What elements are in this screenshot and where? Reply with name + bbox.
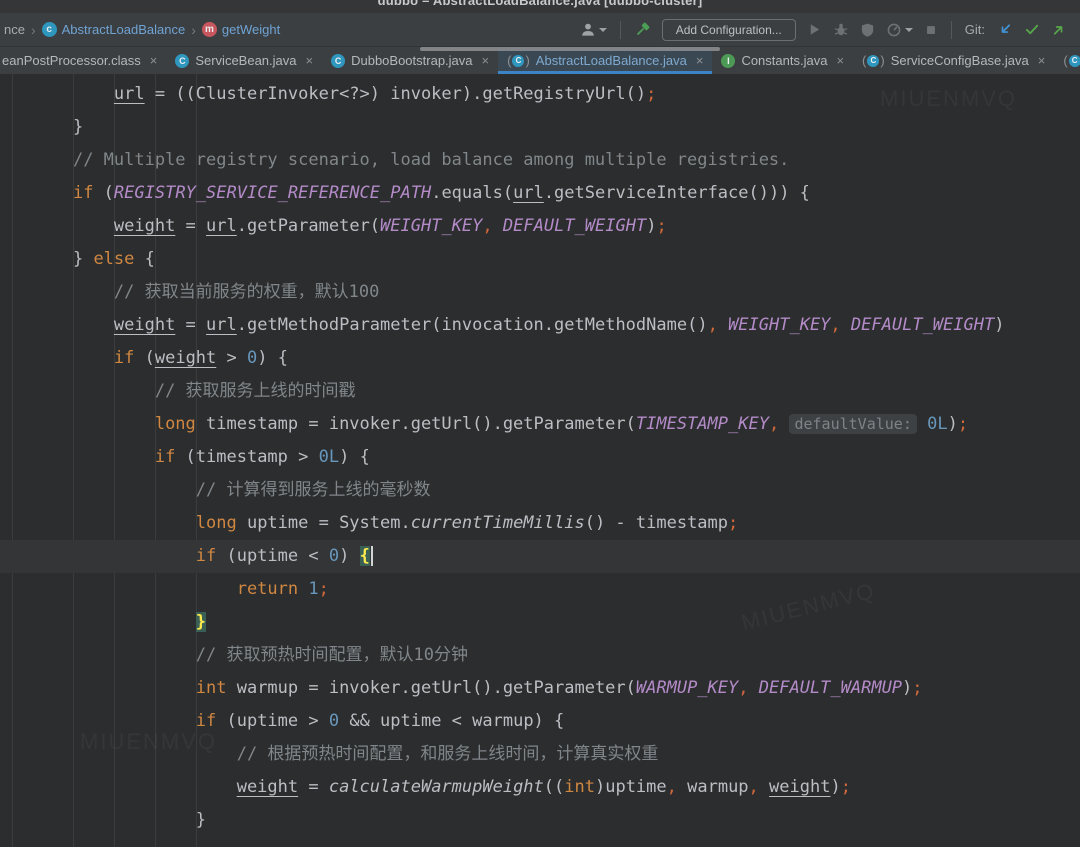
code-line: int warmup = invoker.getUrl().getParamet… (32, 672, 1080, 705)
code-line: if (uptime > 0 && uptime < warmup) { (32, 705, 1080, 738)
main-toolbar: nce › c AbstractLoadBalance › m getWeigh… (0, 13, 1080, 47)
git-commit-button[interactable] (1024, 22, 1040, 37)
git-push-arrow-icon (1051, 22, 1066, 37)
class-icon: C (1069, 55, 1080, 67)
code-line: } (32, 111, 1080, 144)
abstract-class-icon: (C) (507, 53, 530, 68)
code-line: if (REGISTRY_SERVICE_REFERENCE_PATH.equa… (32, 177, 1080, 210)
breadcrumb-class-label: AbstractLoadBalance (62, 22, 186, 37)
code-line: weight = url.getMethodParameter(invocati… (32, 309, 1080, 342)
code-line: // 计算得到服务上线的毫秒数 (32, 474, 1080, 507)
code-line: return 1; (32, 573, 1080, 606)
run-toolbar: Add Configuration... (580, 19, 1066, 41)
tab-label: Constants.java (741, 53, 827, 68)
code-line: weight = url.getParameter(WEIGHT_KEY, DE… (32, 210, 1080, 243)
code-line: long timestamp = invoker.getUrl().getPar… (32, 408, 1080, 441)
class-icon: C (867, 55, 879, 67)
close-icon[interactable]: × (150, 53, 158, 68)
class-icon: c (42, 22, 57, 37)
code-line: if (timestamp > 0L) { (32, 441, 1080, 474)
class-icon: C (512, 55, 524, 67)
close-icon[interactable]: × (306, 53, 314, 68)
git-update-button[interactable] (998, 22, 1013, 37)
code-line: long uptime = System.currentTimeMillis()… (32, 507, 1080, 540)
class-icon: C (331, 54, 345, 68)
play-icon (807, 22, 822, 37)
profiler-gauge-icon (886, 22, 902, 38)
debug-button[interactable] (833, 22, 849, 38)
class-icon: C (175, 54, 189, 68)
tab-DubboBootstrap.java[interactable]: C DubboBootstrap.java × (322, 47, 498, 74)
user-account-button[interactable] (580, 22, 607, 38)
breadcrumb-package-cut[interactable]: nce (4, 22, 25, 37)
abstract-class-icon: (C) (862, 53, 885, 68)
code-line: // 获取预热时间配置，默认10分钟 (32, 639, 1080, 672)
coverage-shield-icon (860, 22, 875, 38)
tab-AbstractLoadBalance.java[interactable]: (C) AbstractLoadBalance.java × (498, 47, 712, 74)
toolbar-divider (951, 21, 952, 39)
hammer-icon (634, 21, 651, 38)
window-title-bar: dubbo – AbstractLoadBalance.java [dubbo-… (0, 0, 1080, 13)
chevron-down-icon (905, 28, 913, 32)
tab-label: DubboBootstrap.java (351, 53, 472, 68)
chevron-down-icon (599, 28, 607, 32)
stop-icon (924, 23, 938, 37)
code-editor[interactable]: MIUENMVQ MIUENMVQ MIUENMVQ url = ((Clust… (0, 74, 1080, 847)
commit-check-icon (1024, 22, 1040, 37)
stop-button[interactable] (924, 23, 938, 37)
tab-label: eanPostProcessor.class (2, 53, 141, 68)
close-icon[interactable]: × (696, 53, 704, 68)
breadcrumb-method[interactable]: m getWeight (202, 22, 280, 37)
add-configuration-button[interactable]: Add Configuration... (662, 19, 796, 41)
breadcrumb-method-label: getWeight (222, 22, 280, 37)
code-line: } else { (32, 243, 1080, 276)
code-area[interactable]: url = ((ClusterInvoker<?>) invoker).getR… (0, 74, 1080, 837)
window-title: dubbo – AbstractLoadBalance.java [dubbo-… (0, 0, 1080, 8)
code-line: url = ((ClusterInvoker<?>) invoker).getR… (32, 78, 1080, 111)
user-icon (580, 22, 596, 38)
code-line: weight = calculateWarmupWeight((int)upti… (32, 771, 1080, 804)
breadcrumb: nce › c AbstractLoadBalance › m getWeigh… (4, 22, 280, 38)
method-icon: m (202, 22, 217, 37)
code-line: } (32, 804, 1080, 837)
tab-Constants.java[interactable]: I Constants.java × (712, 47, 853, 74)
close-icon[interactable]: × (836, 53, 844, 68)
close-icon[interactable]: × (482, 53, 490, 68)
tab-ServiceBean.java[interactable]: C ServiceBean.java × (166, 47, 322, 74)
code-line: // 获取当前服务的权重，默认100 (32, 276, 1080, 309)
interface-icon: I (721, 54, 735, 68)
abstract-class-icon: (C) (1063, 53, 1080, 68)
breadcrumb-class[interactable]: c AbstractLoadBalance (42, 22, 186, 37)
code-line: // 获取服务上线的时间戳 (32, 375, 1080, 408)
code-line: // 根据预热时间配置，和服务上线时间，计算真实权重 (32, 738, 1080, 771)
close-icon[interactable]: × (1038, 53, 1046, 68)
run-with-coverage-button[interactable] (860, 22, 875, 38)
tab-label: ServiceConfigBase.java (891, 53, 1029, 68)
code-line: if (weight > 0) { (32, 342, 1080, 375)
breadcrumb-separator-icon: › (191, 22, 196, 38)
bug-icon (833, 22, 849, 38)
tab-scrollbar-thumb[interactable] (420, 47, 720, 51)
tab-eanPostProcessor.class[interactable]: eanPostProcessor.class × (0, 47, 166, 74)
toolbar-divider (620, 21, 621, 39)
build-button[interactable] (634, 21, 651, 38)
code-line: } (32, 606, 1080, 639)
code-line: if (uptime < 0) { (0, 540, 1080, 573)
breadcrumb-separator-icon: › (31, 22, 36, 38)
tab-bar: eanPostProcessor.class × C ServiceBean.java… (0, 47, 1080, 74)
tab-label: ServiceBean.java (195, 53, 296, 68)
text-caret (371, 546, 373, 566)
git-push-button[interactable] (1051, 22, 1066, 37)
code-line: // Multiple registry scenario, load bala… (32, 144, 1080, 177)
profiler-button[interactable] (886, 22, 913, 38)
git-label: Git: (965, 22, 985, 37)
git-pull-arrow-icon (998, 22, 1013, 37)
run-button[interactable] (807, 22, 822, 37)
tab-label: AbstractLoadBalance.java (536, 53, 687, 68)
tab-AbstractInterfaceConfig.java[interactable]: (C)AbstractInterfaceConfig.java× (1054, 47, 1080, 74)
tab-ServiceConfigBase.java[interactable]: (C) ServiceConfigBase.java × (853, 47, 1054, 74)
